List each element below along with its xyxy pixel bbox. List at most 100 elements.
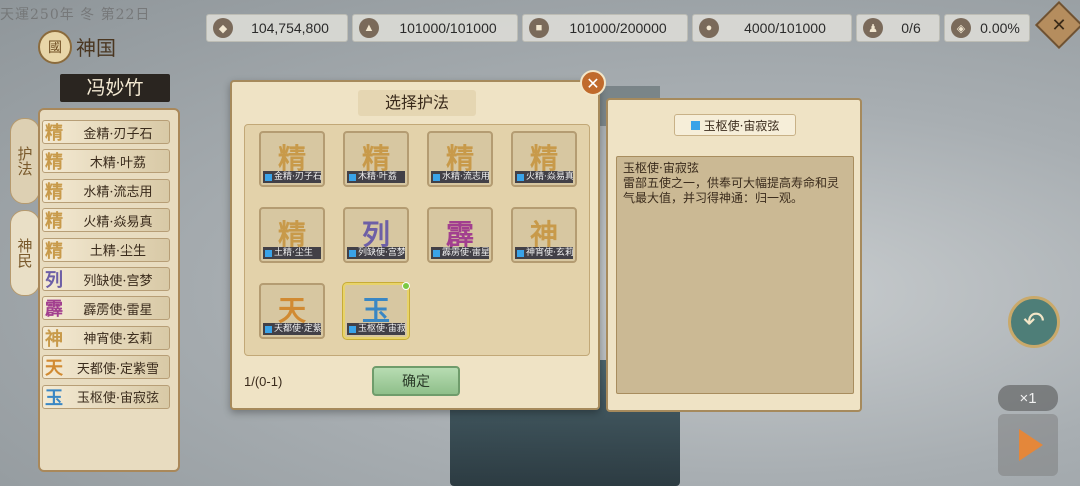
list-item-label: 天都使·定紫雪 bbox=[76, 361, 160, 377]
guardian-card[interactable]: 精金精·刃子石 bbox=[259, 131, 325, 187]
rarity-square-icon bbox=[433, 173, 440, 181]
people-icon: ♟ bbox=[863, 18, 883, 38]
guardian-card-name: 列缺使·宫梦 bbox=[358, 248, 405, 258]
detail-description: 玉枢使·宙寂弦 雷部五使之一，供奉可大幅提高寿命和灵气最大值，并习得神通：归一观… bbox=[616, 156, 854, 394]
selected-indicator-icon bbox=[402, 282, 410, 290]
list-item-label: 水精·流志用 bbox=[83, 185, 153, 201]
detail-body-title: 玉枢使·宙寂弦 bbox=[623, 161, 699, 175]
resource-value: 0.00% bbox=[980, 20, 1020, 36]
tab-guardians[interactable]: 护法 bbox=[10, 118, 40, 204]
guardian-card-caption: 神宵使·玄莉 bbox=[515, 247, 573, 259]
grain-icon: ▲ bbox=[359, 18, 379, 38]
guardian-card-caption: 霹雳使·雷星 bbox=[431, 247, 489, 259]
resource-treasure[interactable]: ◆ 104,754,800 bbox=[206, 14, 348, 42]
select-guardian-dialog: 选择护法 精金精·刃子石精木精·叶荔精水精·流志用精火精·焱易真精土精·尘生列列… bbox=[230, 80, 600, 410]
play-button[interactable] bbox=[998, 414, 1058, 476]
list-item[interactable]: 精 火精·焱易真 bbox=[42, 208, 170, 233]
back-arrow-icon: ↶ bbox=[1023, 307, 1045, 337]
resource-value: 101000/200000 bbox=[569, 20, 667, 36]
rarity-square-icon bbox=[349, 249, 356, 257]
kingdom-emblem-icon: 國 bbox=[38, 30, 72, 64]
list-item[interactable]: 列 列缺使·宫梦 bbox=[42, 267, 170, 291]
guardian-avatar-icon: 精 bbox=[45, 123, 63, 144]
play-icon bbox=[1019, 429, 1043, 461]
guardian-card-name: 神宵使·玄莉 bbox=[526, 248, 573, 258]
list-item[interactable]: 精 金精·刃子石 bbox=[42, 120, 170, 144]
back-button[interactable]: ↶ bbox=[1008, 296, 1060, 348]
rate-icon: ◈ bbox=[951, 18, 971, 38]
guardian-card-caption: 玉枢使·宙寂弦 bbox=[347, 323, 405, 335]
guardian-avatar-icon: 列 bbox=[45, 270, 63, 291]
guardian-card[interactable]: 玉玉枢使·宙寂弦 bbox=[343, 282, 410, 339]
guardian-card[interactable]: 神神宵使·玄莉 bbox=[511, 207, 577, 263]
guardian-card-caption: 天都使·定紫雪 bbox=[263, 323, 321, 335]
close-icon: ✕ bbox=[1051, 14, 1067, 36]
guardian-detail-panel: 玉枢使·宙寂弦 玉枢使·宙寂弦 雷部五使之一，供奉可大幅提高寿命和灵气最大值，并… bbox=[606, 98, 862, 412]
guardian-avatar-icon: 霹 bbox=[45, 299, 63, 321]
tab-divine-people[interactable]: 神民 bbox=[10, 210, 40, 296]
dialog-close-button[interactable]: ✕ bbox=[580, 70, 606, 96]
resource-grain[interactable]: ▲ 101000/101000 bbox=[352, 14, 518, 42]
list-item[interactable]: 精 木精·叶荔 bbox=[42, 149, 170, 174]
guardian-avatar-icon: 精 bbox=[45, 152, 63, 174]
list-item-label: 金精·刃子石 bbox=[83, 126, 153, 142]
list-item[interactable]: 精 土精·尘生 bbox=[42, 237, 170, 262]
guardian-card[interactable]: 列列缺使·宫梦 bbox=[343, 207, 409, 263]
guardian-card-caption: 土精·尘生 bbox=[263, 247, 321, 259]
resource-people[interactable]: ♟ 0/6 bbox=[856, 14, 940, 42]
guardian-card[interactable]: 精土精·尘生 bbox=[259, 207, 325, 263]
list-item-label: 木精·叶荔 bbox=[89, 155, 147, 171]
guardian-card[interactable]: 精火精·焱易真 bbox=[511, 131, 577, 187]
guardian-card-name: 天都使·定紫雪 bbox=[274, 324, 321, 334]
guardian-avatar-icon: 精 bbox=[45, 181, 63, 203]
guardian-avatar-icon: 精 bbox=[45, 211, 63, 233]
confirm-button[interactable]: 确定 bbox=[372, 366, 460, 396]
guardian-card[interactable]: 精木精·叶荔 bbox=[343, 131, 409, 187]
guardian-card[interactable]: 霹霹雳使·雷星 bbox=[427, 207, 493, 263]
guardian-card-caption: 列缺使·宫梦 bbox=[347, 247, 405, 259]
rarity-square-icon bbox=[265, 249, 272, 257]
list-item[interactable]: 天天都使·定紫雪 bbox=[42, 355, 170, 380]
kingdom-title: 神国 bbox=[76, 36, 116, 60]
list-item[interactable]: 神 神宵使·玄莉 bbox=[42, 325, 170, 350]
guardian-card-caption: 木精·叶荔 bbox=[347, 171, 405, 183]
guardian-avatar-icon: 玉 bbox=[45, 387, 63, 409]
wood-icon: ■ bbox=[529, 18, 549, 38]
tab-label: 护法 bbox=[15, 146, 34, 176]
list-item[interactable]: 精 水精·流志用 bbox=[42, 178, 170, 203]
guardian-avatar-icon: 神 bbox=[45, 328, 63, 350]
guardian-card[interactable]: 天天都使·定紫雪 bbox=[259, 283, 325, 339]
guardian-card-name: 水精·流志用 bbox=[442, 172, 489, 182]
rarity-square-icon bbox=[517, 173, 524, 181]
list-item[interactable]: 霹 霹雳使·雷星 bbox=[42, 296, 170, 321]
rarity-square-icon bbox=[517, 249, 524, 257]
rarity-square-icon bbox=[265, 173, 272, 181]
guardian-card-name: 金精·刃子石 bbox=[274, 172, 321, 182]
tab-label: 神民 bbox=[15, 238, 34, 268]
resource-ore[interactable]: ● 4000/101000 bbox=[692, 14, 852, 42]
rarity-square-icon bbox=[690, 120, 700, 130]
resource-value: 104,754,800 bbox=[251, 20, 329, 36]
speed-toggle-button[interactable]: ×1 bbox=[998, 385, 1058, 411]
detail-name: 玉枢使·宙寂弦 bbox=[703, 118, 780, 133]
guardian-card-name: 土精·尘生 bbox=[274, 248, 313, 258]
list-item[interactable]: 玉玉枢使·宙寂弦 bbox=[42, 384, 170, 409]
resource-rate[interactable]: ◈ 0.00% bbox=[944, 14, 1030, 42]
resource-value: 4000/101000 bbox=[744, 20, 826, 36]
guardian-card[interactable]: 精水精·流志用 bbox=[427, 131, 493, 187]
list-item-label: 玉枢使·宙寂弦 bbox=[76, 391, 160, 407]
kingdom-panel: 國 神国 冯妙竹 护法 神民 精金精·刃子石精木精·叶荔精水精·流志用精火精·焱… bbox=[0, 0, 205, 486]
resource-wood[interactable]: ■ 101000/200000 bbox=[522, 14, 688, 42]
selection-count: 1/(0-1) bbox=[244, 374, 283, 389]
list-item-label: 火精·焱易真 bbox=[83, 214, 153, 230]
list-item-label: 神宵使·玄莉 bbox=[83, 332, 153, 348]
ore-icon: ● bbox=[699, 18, 719, 38]
guardian-card-name: 火精·焱易真 bbox=[526, 172, 573, 182]
guardian-card-name: 霹雳使·雷星 bbox=[442, 248, 489, 258]
rarity-square-icon bbox=[265, 325, 272, 333]
guardian-card-name: 玉枢使·宙寂弦 bbox=[358, 324, 405, 334]
rarity-square-icon bbox=[349, 325, 356, 333]
guardian-grid: 精金精·刃子石精木精·叶荔精水精·流志用精火精·焱易真精土精·尘生列列缺使·宫梦… bbox=[244, 124, 590, 356]
rarity-square-icon bbox=[349, 173, 356, 181]
rarity-square-icon bbox=[433, 249, 440, 257]
